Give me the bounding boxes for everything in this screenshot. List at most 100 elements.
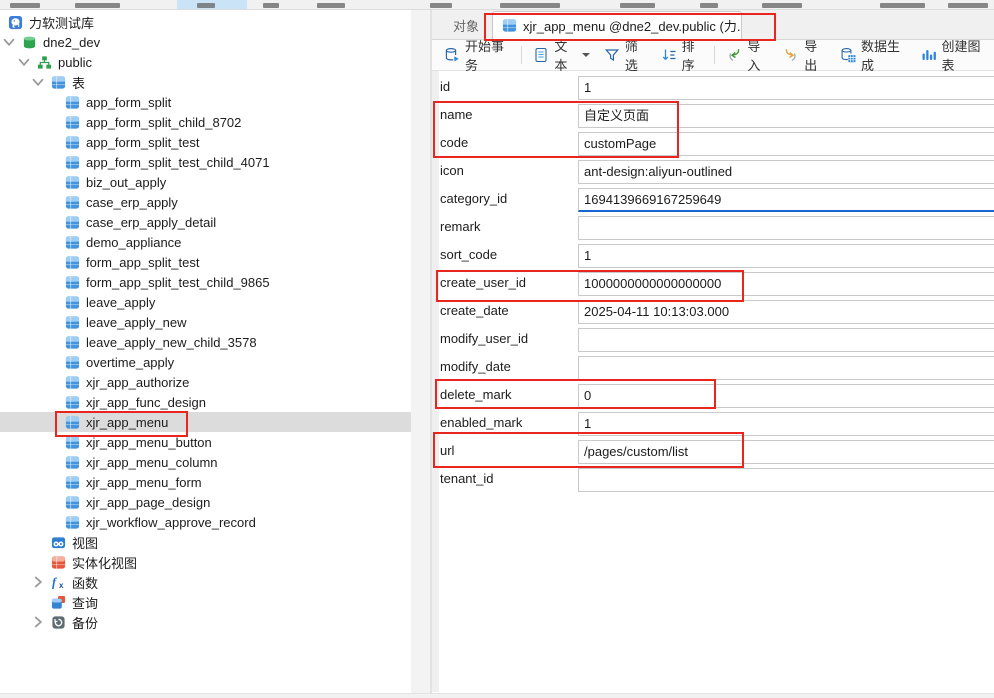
tree-item-xjr_app_func_design[interactable]: xjr_app_func_design [0,392,411,412]
table-icon [65,515,80,530]
chevron-expanded-icon[interactable] [17,55,31,69]
field-label-modify_user_id: modify_user_id [440,325,528,353]
chevron-expanded-icon[interactable] [2,35,16,49]
tab-objects[interactable]: 对象 [440,11,492,39]
tree-item-biz_out_apply[interactable]: biz_out_apply [0,172,411,192]
tree-item-视图[interactable]: 视图 [0,532,411,552]
table-icon [65,275,80,290]
toolbar-button-chart[interactable]: 创建图表 [914,43,994,67]
chevron-expanded-icon[interactable] [31,75,45,89]
toolbar-separator [521,46,522,64]
tree-item-xjr_app_menu_button[interactable]: xjr_app_menu_button [0,432,411,452]
schema-icon [37,55,52,70]
tree-item-label: 函数 [72,573,98,592]
tree-item-app_form_split_child_8702[interactable]: app_form_split_child_8702 [0,112,411,132]
tree-item-xjr_app_authorize[interactable]: xjr_app_authorize [0,372,411,392]
field-input-code[interactable]: customPage [578,132,994,156]
form-row-url: url/pages/custom/list [432,437,994,465]
field-input-remark[interactable] [578,216,994,240]
field-input-modify_user_id[interactable] [578,328,994,352]
field-input-tenant_id[interactable] [578,468,994,492]
chevron-collapsed-icon[interactable] [31,615,45,629]
field-input-modify_date[interactable] [578,356,994,380]
toolbar-button-data-generation[interactable]: 数据生成 [833,43,913,67]
table-icon [65,175,80,190]
form-row-enabled_mark: enabled_mark1 [432,409,994,437]
field-input-sort_code[interactable]: 1 [578,244,994,268]
main-panel: 对象 xjr_app_menu @dne2_dev.public (力... 开… [432,10,994,693]
field-label-delete_mark: delete_mark [440,381,512,409]
tree-item-overtime_apply[interactable]: overtime_apply [0,352,411,372]
query-icon [51,595,66,610]
field-input-id[interactable]: 1 [578,76,994,100]
toolbar-button-sort[interactable]: 排序 [654,43,711,67]
chart-icon [921,47,937,63]
toolbar-button-label: 导入 [747,36,769,74]
tree-item-public[interactable]: public [0,52,411,72]
tree-item-label: 视图 [72,533,98,552]
tree-item-label: xjr_app_func_design [86,395,206,410]
tree-item-leave_apply_new_child_3578[interactable]: leave_apply_new_child_3578 [0,332,411,352]
chevron-collapsed-icon[interactable] [31,575,45,589]
toolbar-button-export[interactable]: 导出 [776,43,833,67]
tree-item-xjr_app_menu[interactable]: xjr_app_menu [0,412,411,432]
tree-item-查询[interactable]: 查询 [0,592,411,612]
field-input-name[interactable]: 自定义页面 [578,104,994,128]
tree-item-dne2_dev[interactable]: dne2_dev [0,32,411,52]
tree-item-xjr_app_page_design[interactable]: xjr_app_page_design [0,492,411,512]
tree-item-app_form_split_test[interactable]: app_form_split_test [0,132,411,152]
tree-item-label: biz_out_apply [86,175,166,190]
table-icon [65,235,80,250]
dropdown-caret-icon[interactable] [582,53,590,57]
field-input-delete_mark[interactable]: 0 [578,384,994,408]
field-input-url[interactable]: /pages/custom/list [578,440,994,464]
tree-item-备份[interactable]: 备份 [0,612,411,632]
field-input-create_user_id[interactable]: 1000000000000000000 [578,272,994,296]
tree-item-力软测试库[interactable]: 力软测试库 [0,12,411,32]
field-input-create_date[interactable]: 2025-04-11 10:13:03.000 [578,300,994,324]
tab-xjr-app-menu[interactable]: xjr_app_menu @dne2_dev.public (力... [492,11,742,39]
tree-item-demo_appliance[interactable]: demo_appliance [0,232,411,252]
tree-item-case_erp_apply[interactable]: case_erp_apply [0,192,411,212]
record-form: id1name自定义页面codecustomPageiconant-design… [432,71,994,692]
field-label-sort_code: sort_code [440,241,497,269]
toolbar-button-import[interactable]: 导入 [719,43,776,67]
field-input-icon[interactable]: ant-design:aliyun-outlined [578,160,994,184]
field-input-category_id[interactable]: 1694139669167259649 [578,188,994,212]
toolbar-button-filter[interactable]: 筛选 [597,43,654,67]
field-label-create_date: create_date [440,297,509,325]
toolbar-button-label: 导出 [804,36,826,74]
tree-item-label: public [58,55,92,70]
tree-item-label: xjr_app_menu_column [86,455,218,470]
toolbar-button-begin-transaction[interactable]: 开始事务 [437,43,517,67]
tree-item-xjr_app_menu_column[interactable]: xjr_app_menu_column [0,452,411,472]
tree-item-函数[interactable]: fx函数 [0,572,411,592]
tree-scrollbar[interactable] [411,10,430,693]
tree-item-app_form_split_test_child_4071[interactable]: app_form_split_test_child_4071 [0,152,411,172]
text-doc-icon [533,47,549,63]
tree-item-xjr_app_menu_form[interactable]: xjr_app_menu_form [0,472,411,492]
tree-item-xjr_workflow_approve_record[interactable]: xjr_workflow_approve_record [0,512,411,532]
form-row-tenant_id: tenant_id [432,465,994,493]
clipped-toolbar-text [620,3,655,8]
tree-item-label: case_erp_apply [86,195,178,210]
table-icon [65,295,80,310]
clipped-toolbar-text [948,3,988,8]
tree-item-form_app_split_test[interactable]: form_app_split_test [0,252,411,272]
tree-item-leave_apply_new[interactable]: leave_apply_new [0,312,411,332]
field-input-enabled_mark[interactable]: 1 [578,412,994,436]
tree-item-app_form_split[interactable]: app_form_split [0,92,411,112]
toolbar-button-text-doc[interactable]: 文本 [526,43,596,67]
table-icon [65,215,80,230]
tree-item-表[interactable]: 表 [0,72,411,92]
field-label-create_user_id: create_user_id [440,269,526,297]
table-icon [65,315,80,330]
tree-item-form_app_split_test_child_9865[interactable]: form_app_split_test_child_9865 [0,272,411,292]
tree-item-label: dne2_dev [43,35,100,50]
clipped-toolbar-text [500,3,560,8]
tree-item-实体化视图[interactable]: 实体化视图 [0,552,411,572]
app-window: 力软测试库dne2_devpublic表app_form_splitapp_fo… [0,0,994,698]
tree-item-leave_apply[interactable]: leave_apply [0,292,411,312]
tab-objects-label: 对象 [453,16,479,35]
tree-item-case_erp_apply_detail[interactable]: case_erp_apply_detail [0,212,411,232]
